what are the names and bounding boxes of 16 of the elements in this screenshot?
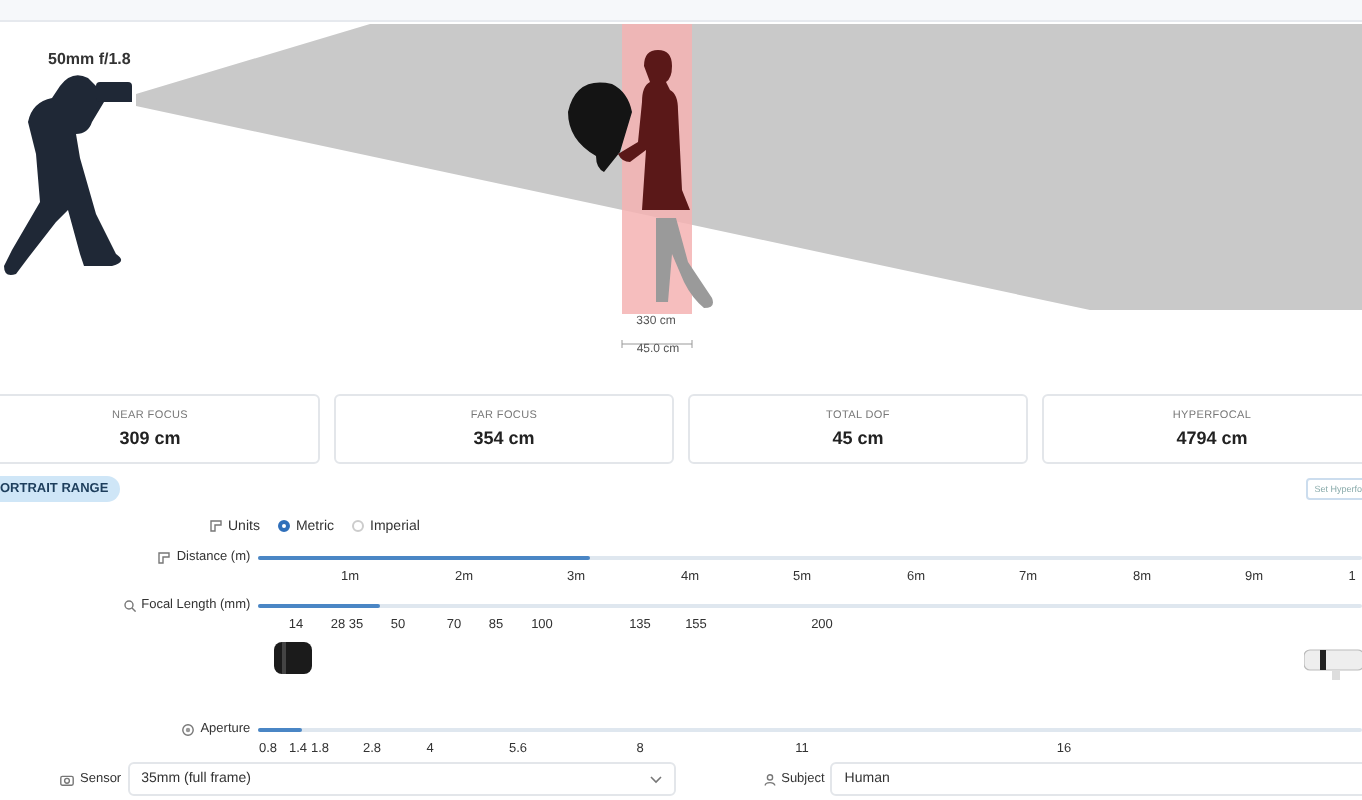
stat-value: 354 cm — [473, 428, 535, 448]
lens-label: 50mm f/1.8 — [48, 50, 131, 68]
dof-width-bracket — [621, 339, 693, 349]
ruler-icon — [158, 551, 171, 563]
camera-icon — [60, 773, 74, 785]
radio-button[interactable] — [277, 520, 290, 532]
stat-value: 4794 cm — [1176, 428, 1248, 448]
bouquet-drawing — [568, 82, 632, 172]
lens-photo — [274, 638, 312, 678]
zoom-icon — [123, 599, 136, 611]
units-icon — [210, 520, 222, 532]
person-icon — [763, 773, 776, 785]
stat-value: 45 cm — [832, 428, 884, 448]
stat-value: 309 cm — [119, 428, 181, 448]
aperture-icon — [182, 723, 195, 735]
chevron-down-icon — [649, 775, 662, 783]
